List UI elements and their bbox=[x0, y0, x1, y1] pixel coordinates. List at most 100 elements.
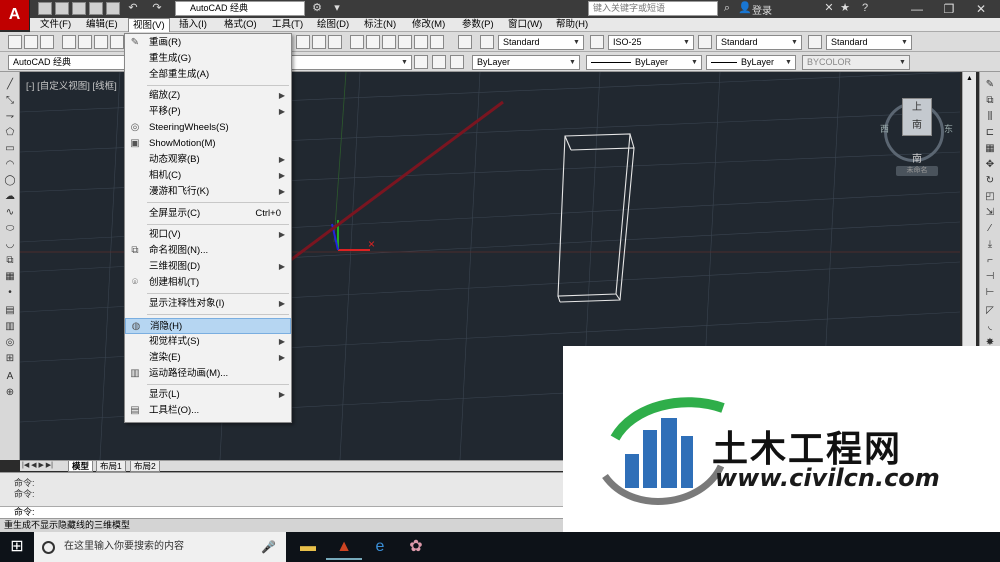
rotate-icon[interactable]: ↻ bbox=[983, 174, 997, 187]
join-icon[interactable]: ⊢ bbox=[983, 286, 997, 299]
menu-edit[interactable]: 编辑(E) bbox=[82, 18, 122, 32]
exchange-icon[interactable]: ✕ bbox=[822, 1, 836, 15]
publish-icon[interactable] bbox=[94, 35, 108, 49]
menu-item-fullscreen[interactable]: 全屏显示(C) Ctrl+0 bbox=[125, 206, 291, 222]
ellipse-arc-icon[interactable]: ◡ bbox=[3, 238, 17, 251]
open-icon[interactable] bbox=[24, 35, 38, 49]
plotstyle-select[interactable]: BYCOLOR ▼ bbox=[802, 55, 910, 70]
user-icon[interactable]: 👤 bbox=[738, 1, 752, 15]
break-icon[interactable]: ⊣ bbox=[983, 270, 997, 283]
login-button[interactable]: 登录 bbox=[752, 2, 772, 17]
region-icon[interactable]: ◎ bbox=[3, 336, 17, 349]
new-file-icon[interactable] bbox=[38, 2, 52, 15]
edge-browser-icon[interactable]: e bbox=[362, 534, 398, 560]
menu-item-steeringwheels[interactable]: ◎ SteeringWheels(S) bbox=[125, 120, 291, 136]
text-style-icon[interactable] bbox=[480, 35, 494, 49]
autocad-task-icon[interactable]: ▲ bbox=[326, 534, 362, 560]
zoom-realtime-icon[interactable] bbox=[296, 35, 310, 49]
file-explorer-icon[interactable]: ▬ bbox=[290, 534, 326, 560]
add-selected-icon[interactable]: ⊕ bbox=[3, 386, 17, 399]
menu-item-camera[interactable]: 相机(C) ▶ bbox=[125, 168, 291, 184]
offset-icon[interactable]: ⊏ bbox=[983, 126, 997, 139]
revcloud-icon[interactable]: ☁ bbox=[3, 190, 17, 203]
mirror-icon[interactable]: ⫼ bbox=[983, 110, 997, 123]
array-icon[interactable]: ▦ bbox=[983, 142, 997, 155]
menu-draw[interactable]: 绘图(D) bbox=[313, 18, 353, 32]
ellipse-icon[interactable]: ⬭ bbox=[3, 222, 17, 235]
properties-icon[interactable] bbox=[350, 35, 364, 49]
viewcube-face[interactable]: 上南 bbox=[902, 98, 932, 136]
tab-nav-arrows-icon[interactable]: |◀ ◀ ▶ ▶| bbox=[22, 461, 53, 469]
close-icon[interactable]: ✕ bbox=[966, 0, 996, 18]
menu-parametric[interactable]: 参数(P) bbox=[458, 18, 498, 32]
menu-item-regenall[interactable]: 全部重生成(A) bbox=[125, 67, 291, 83]
menu-item-orbit[interactable]: 动态观察(B) ▶ bbox=[125, 152, 291, 168]
preview-icon[interactable] bbox=[78, 35, 92, 49]
layer-match-icon[interactable] bbox=[450, 55, 464, 69]
lineweight-select[interactable]: ByLayer ▼ bbox=[706, 55, 796, 70]
cut-icon[interactable] bbox=[110, 35, 124, 49]
quickcalc-icon[interactable] bbox=[430, 35, 444, 49]
zoom-previous-icon[interactable] bbox=[328, 35, 342, 49]
new-icon[interactable] bbox=[8, 35, 22, 49]
workspace-select[interactable]: AutoCAD 经典 bbox=[175, 1, 305, 16]
menu-dimension[interactable]: 标注(N) bbox=[360, 18, 400, 32]
spline-icon[interactable]: ∿ bbox=[3, 206, 17, 219]
rectangle-icon[interactable]: ▭ bbox=[3, 142, 17, 155]
menu-item-walk-fly[interactable]: 漫游和飞行(K) ▶ bbox=[125, 184, 291, 200]
maximize-icon[interactable]: ❐ bbox=[934, 0, 964, 18]
menu-window[interactable]: 窗口(W) bbox=[504, 18, 546, 32]
minimize-icon[interactable]: — bbox=[902, 0, 932, 18]
help-icon[interactable] bbox=[458, 35, 472, 49]
menu-tools[interactable]: 工具(T) bbox=[268, 18, 307, 32]
search-input[interactable]: 键入关键字或短语 bbox=[588, 1, 718, 16]
menu-item-display[interactable]: 显示(L) ▶ bbox=[125, 387, 291, 403]
print-icon[interactable] bbox=[62, 35, 76, 49]
construction-line-icon[interactable]: ⤡ bbox=[3, 94, 17, 107]
point-icon[interactable]: • bbox=[3, 286, 17, 299]
save-as-icon[interactable] bbox=[89, 2, 103, 15]
menu-modify[interactable]: 修改(M) bbox=[408, 18, 449, 32]
help-icon[interactable]: ? bbox=[858, 1, 872, 15]
windows-start-icon[interactable]: ⊞ bbox=[0, 532, 34, 562]
workspace-settings-icon[interactable]: ⚙ bbox=[310, 1, 324, 15]
microphone-icon[interactable]: 🎤 bbox=[261, 532, 276, 562]
menu-view[interactable]: 视图(V) bbox=[128, 18, 170, 32]
menu-item-render[interactable]: 渲染(E) ▶ bbox=[125, 350, 291, 366]
polyline-icon[interactable]: ⇁ bbox=[3, 110, 17, 123]
menu-format[interactable]: 格式(O) bbox=[220, 18, 261, 32]
viewport-controls-label[interactable]: [-] [自定义视图] [线框] bbox=[26, 78, 117, 92]
paint-icon[interactable]: ✿ bbox=[398, 534, 434, 560]
menu-item-3d-views[interactable]: 三维视图(D) ▶ bbox=[125, 259, 291, 275]
tab-layout1[interactable]: 布局1 bbox=[96, 461, 126, 472]
save-icon[interactable] bbox=[40, 35, 54, 49]
menu-item-zoom[interactable]: 缩放(Z) ▶ bbox=[125, 88, 291, 104]
linetype-select[interactable]: ByLayer ▼ bbox=[586, 55, 702, 70]
menu-file[interactable]: 文件(F) bbox=[36, 18, 75, 32]
search-icon[interactable]: ⌕ bbox=[720, 1, 734, 15]
redo-icon[interactable]: ↷ bbox=[150, 1, 164, 15]
menu-item-named-views[interactable]: ⧉ 命名视图(N)... bbox=[125, 243, 291, 259]
break-point-icon[interactable]: ⌐ bbox=[983, 254, 997, 267]
trim-icon[interactable]: ⁄ bbox=[983, 222, 997, 235]
menu-item-motion-path[interactable]: ▥ 运动路径动画(M)... bbox=[125, 366, 291, 382]
copy-icon[interactable]: ⧉ bbox=[983, 94, 997, 107]
menu-item-create-camera[interactable]: ⌾ 创建相机(T) bbox=[125, 275, 291, 291]
wcs-menu[interactable]: 未命名 bbox=[896, 166, 938, 176]
text-style-select[interactable]: Standard ▼ bbox=[498, 35, 584, 50]
table-style-icon[interactable] bbox=[698, 35, 712, 49]
menu-item-hide[interactable]: ◍ 消隐(H) bbox=[125, 318, 291, 334]
line-icon[interactable]: ╱ bbox=[3, 78, 17, 91]
dim-style-icon[interactable] bbox=[590, 35, 604, 49]
design-center-icon[interactable] bbox=[366, 35, 380, 49]
mtext-icon[interactable]: A bbox=[3, 370, 17, 383]
color-select[interactable]: ByLayer ▼ bbox=[472, 55, 580, 70]
menu-item-redraw[interactable]: ✎ 重画(R) bbox=[125, 35, 291, 51]
tool-palettes-icon[interactable] bbox=[382, 35, 396, 49]
arc-icon[interactable]: ◠ bbox=[3, 158, 17, 171]
undo-icon[interactable]: ↶ bbox=[126, 1, 140, 15]
open-file-icon[interactable] bbox=[55, 2, 69, 15]
save-icon[interactable] bbox=[72, 2, 86, 15]
markup-icon[interactable] bbox=[414, 35, 428, 49]
scroll-up-icon[interactable]: ▲ bbox=[965, 74, 974, 83]
